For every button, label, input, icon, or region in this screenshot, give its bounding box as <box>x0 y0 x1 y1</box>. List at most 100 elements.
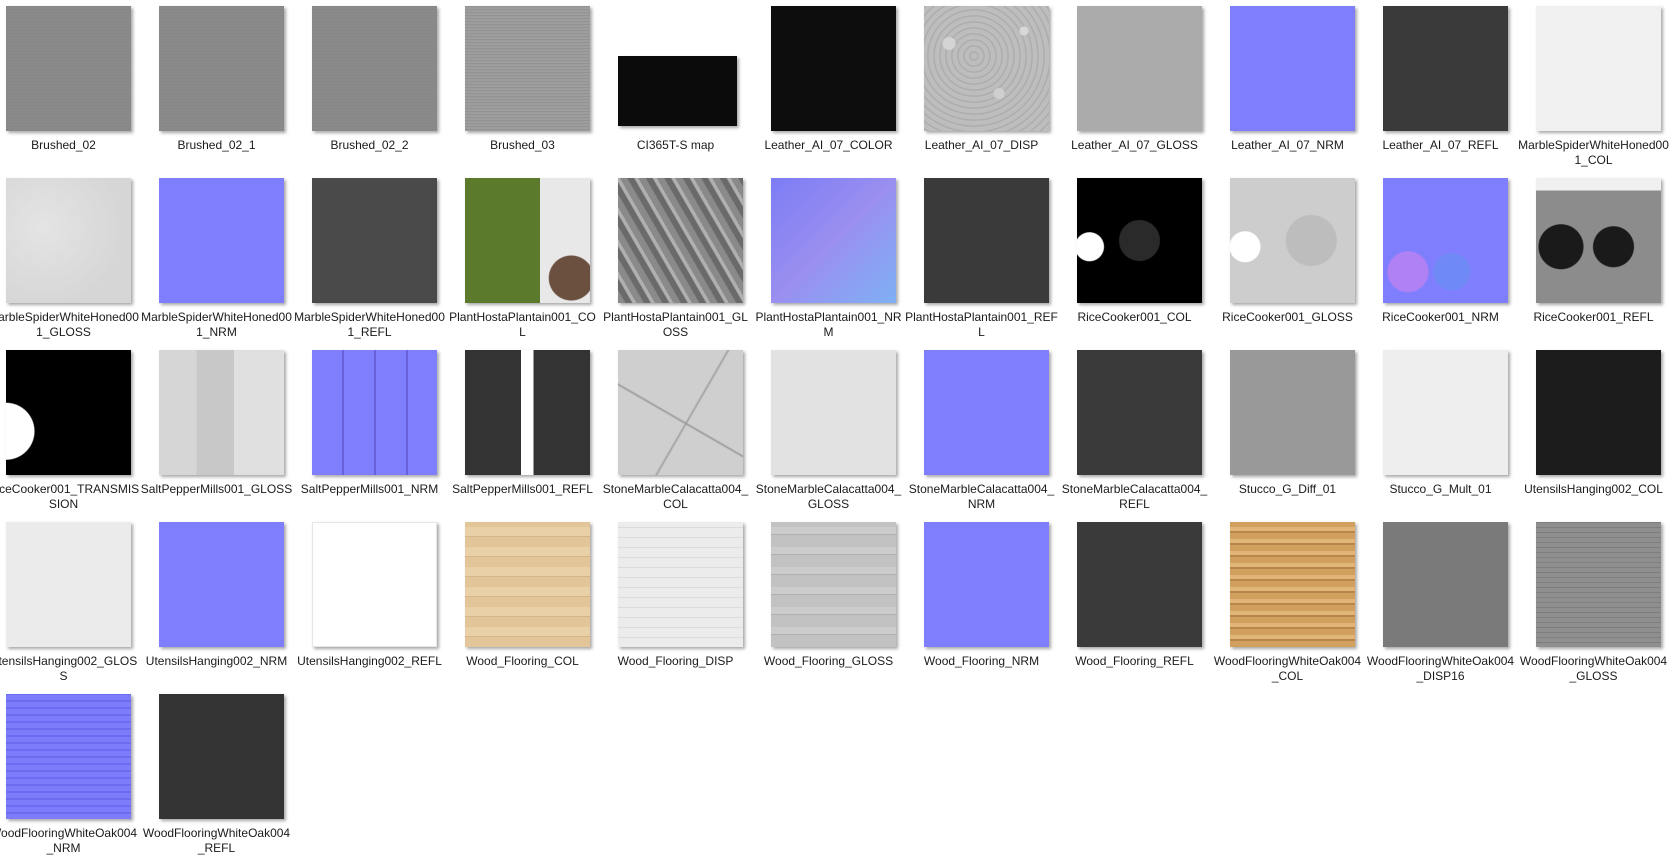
file-thumbnail <box>1383 522 1508 647</box>
file-item[interactable]: UtensilsHanging002_REFL <box>293 516 446 686</box>
file-item[interactable]: MarbleSpiderWhiteHoned001_COL <box>1517 0 1670 170</box>
map-thumbnail-image <box>618 56 737 126</box>
file-thumbnail <box>1536 178 1661 303</box>
file-name: Brushed_02_2 <box>330 138 409 152</box>
file-name: Brushed_02 <box>31 138 96 152</box>
file-name: Wood_Flooring_GLOSS <box>763 654 894 668</box>
file-item[interactable]: PlantHostaPlantain001_REFL <box>905 172 1058 342</box>
file-thumbnail <box>6 6 131 131</box>
file-item[interactable]: Brushed_03 <box>446 0 599 170</box>
file-thumbnail <box>6 522 131 647</box>
file-name: RiceCooker001_GLOSS <box>1222 310 1353 324</box>
file-thumbnail <box>618 6 743 131</box>
file-item[interactable]: Brushed_02_1 <box>140 0 293 170</box>
file-item[interactable]: Wood_Flooring_REFL <box>1058 516 1211 686</box>
file-item[interactable]: WoodFlooringWhiteOak004_NRM <box>0 688 140 858</box>
file-item[interactable]: PlantHostaPlantain001_COL <box>446 172 599 342</box>
file-item[interactable]: Leather_AI_07_COLOR <box>752 0 905 170</box>
file-thumbnail <box>924 522 1049 647</box>
file-item[interactable]: RiceCooker001_GLOSS <box>1211 172 1364 342</box>
file-item[interactable]: Leather_AI_07_REFL <box>1364 0 1517 170</box>
file-item[interactable]: StoneMarbleCalacatta004_COL <box>599 344 752 514</box>
file-item[interactable]: Wood_Flooring_DISP <box>599 516 752 686</box>
file-name: RiceCooker001_COL <box>1077 310 1192 324</box>
file-item[interactable]: SaltPepperMills001_NRM <box>293 344 446 514</box>
file-thumbnail <box>771 350 896 475</box>
file-item[interactable]: Brushed_02_2 <box>293 0 446 170</box>
file-item[interactable]: PlantHostaPlantain001_NRM <box>752 172 905 342</box>
file-item[interactable]: RiceCooker001_REFL <box>1517 172 1670 342</box>
file-item[interactable]: Wood_Flooring_GLOSS <box>752 516 905 686</box>
file-thumbnail <box>6 178 131 303</box>
file-item[interactable]: Stucco_G_Diff_01 <box>1211 344 1364 514</box>
file-thumbnail <box>312 178 437 303</box>
file-item[interactable]: StoneMarbleCalacatta004_GLOSS <box>752 344 905 514</box>
file-name: MarbleSpiderWhiteHoned001_GLOSS <box>0 310 139 339</box>
file-name: WoodFlooringWhiteOak004_NRM <box>0 826 138 855</box>
file-item[interactable]: StoneMarbleCalacatta004_NRM <box>905 344 1058 514</box>
file-thumbnail <box>924 6 1049 131</box>
file-name: WoodFlooringWhiteOak004_REFL <box>142 826 291 855</box>
file-item[interactable]: WoodFlooringWhiteOak004_DISP16 <box>1364 516 1517 686</box>
file-item[interactable]: WoodFlooringWhiteOak004_GLOSS <box>1517 516 1670 686</box>
file-name: Stucco_G_Mult_01 <box>1389 482 1492 496</box>
file-item[interactable]: CI365T-S map <box>599 0 752 170</box>
file-thumbnail <box>465 522 590 647</box>
file-thumbnail <box>1230 178 1355 303</box>
file-item[interactable]: UtensilsHanging002_GLOSS <box>0 516 140 686</box>
file-name: Wood_Flooring_COL <box>466 654 579 668</box>
file-item[interactable]: MarbleSpiderWhiteHoned001_GLOSS <box>0 172 140 342</box>
file-name: UtensilsHanging002_COL <box>1524 482 1663 496</box>
file-name: WoodFlooringWhiteOak004_COL <box>1213 654 1362 683</box>
file-item[interactable]: UtensilsHanging002_NRM <box>140 516 293 686</box>
file-thumbnail <box>1383 6 1508 131</box>
file-item[interactable]: Wood_Flooring_NRM <box>905 516 1058 686</box>
file-name: Leather_AI_07_GLOSS <box>1071 138 1198 152</box>
file-name: PlantHostaPlantain001_GLOSS <box>603 310 748 339</box>
file-item[interactable]: PlantHostaPlantain001_GLOSS <box>599 172 752 342</box>
file-item[interactable]: Leather_AI_07_GLOSS <box>1058 0 1211 170</box>
file-name: MarbleSpiderWhiteHoned001_NRM <box>141 310 292 339</box>
file-thumbnail <box>465 178 590 303</box>
file-item[interactable]: Brushed_02 <box>0 0 140 170</box>
file-name: MarbleSpiderWhiteHoned001_COL <box>1518 138 1669 167</box>
file-name: Leather_AI_07_NRM <box>1231 138 1344 152</box>
file-name: Leather_AI_07_DISP <box>924 138 1039 152</box>
file-item[interactable]: Stucco_G_Mult_01 <box>1364 344 1517 514</box>
file-item[interactable]: SaltPepperMills001_REFL <box>446 344 599 514</box>
file-name: Leather_AI_07_COLOR <box>764 138 893 152</box>
file-thumbnail <box>159 350 284 475</box>
file-thumbnail <box>1536 6 1661 131</box>
file-name: UtensilsHanging002_GLOSS <box>0 654 138 683</box>
file-name: PlantHostaPlantain001_NRM <box>755 310 902 339</box>
file-name: PlantHostaPlantain001_COL <box>449 310 596 339</box>
file-thumbnail <box>159 6 284 131</box>
file-name: RiceCooker001_TRANSMISSION <box>0 482 140 511</box>
file-thumbnail <box>618 522 743 647</box>
file-item[interactable]: Wood_Flooring_COL <box>446 516 599 686</box>
file-thumbnail <box>6 350 131 475</box>
file-item[interactable]: SaltPepperMills001_GLOSS <box>140 344 293 514</box>
file-item[interactable]: WoodFlooringWhiteOak004_COL <box>1211 516 1364 686</box>
file-item[interactable]: Leather_AI_07_DISP <box>905 0 1058 170</box>
file-item[interactable]: StoneMarbleCalacatta004_REFL <box>1058 344 1211 514</box>
file-name: SaltPepperMills001_GLOSS <box>140 482 293 496</box>
file-thumbnail <box>618 178 743 303</box>
file-thumbnail <box>1230 350 1355 475</box>
file-thumbnail <box>1077 522 1202 647</box>
file-name: SaltPepperMills001_REFL <box>452 482 593 496</box>
file-thumbnail <box>1536 350 1661 475</box>
file-item[interactable]: UtensilsHanging002_COL <box>1517 344 1670 514</box>
file-thumbnail <box>1230 522 1355 647</box>
file-thumbnail <box>465 350 590 475</box>
file-item[interactable]: MarbleSpiderWhiteHoned001_NRM <box>140 172 293 342</box>
file-item[interactable]: MarbleSpiderWhiteHoned001_REFL <box>293 172 446 342</box>
file-thumbnail <box>924 178 1049 303</box>
file-item[interactable]: RiceCooker001_TRANSMISSION <box>0 344 140 514</box>
file-item[interactable]: Leather_AI_07_NRM <box>1211 0 1364 170</box>
file-item[interactable]: RiceCooker001_NRM <box>1364 172 1517 342</box>
file-item[interactable]: WoodFlooringWhiteOak004_REFL <box>140 688 293 858</box>
file-thumbnail <box>618 350 743 475</box>
file-item[interactable]: RiceCooker001_COL <box>1058 172 1211 342</box>
file-thumbnail <box>1230 6 1355 131</box>
